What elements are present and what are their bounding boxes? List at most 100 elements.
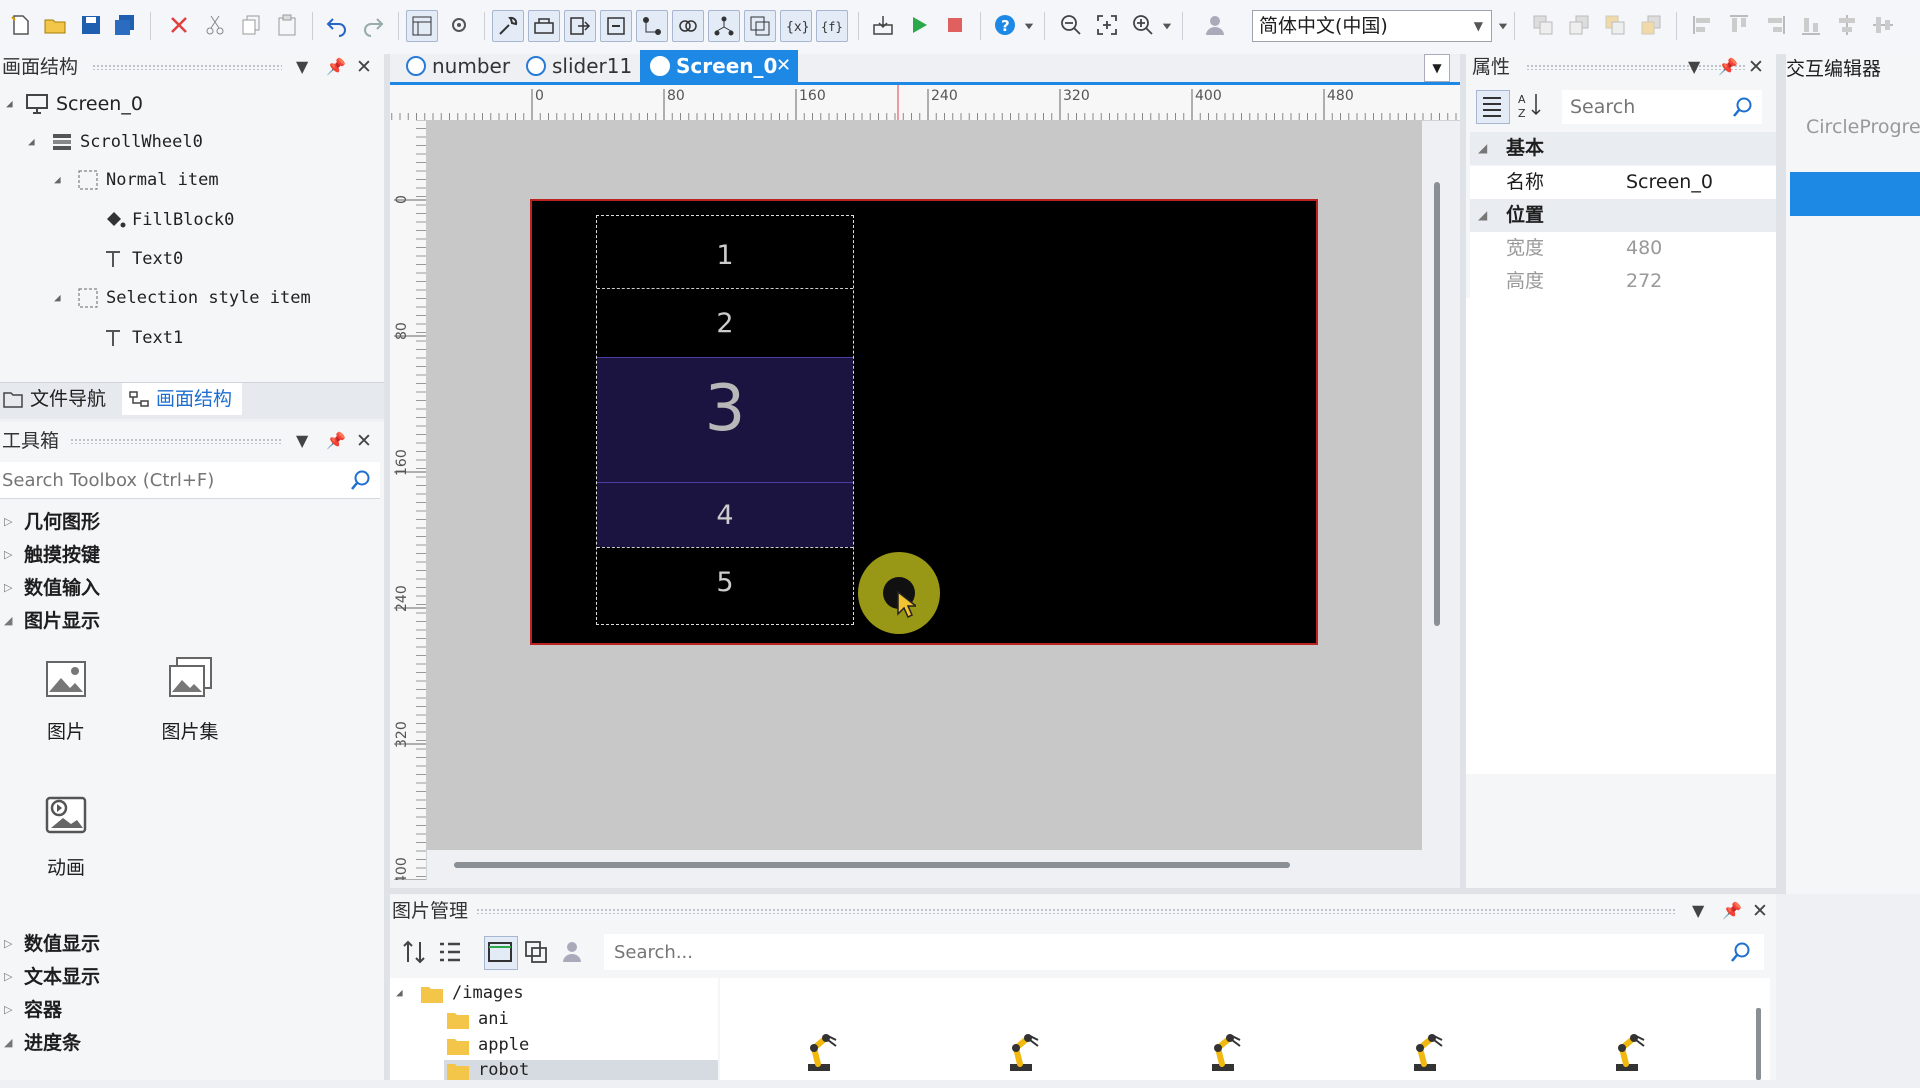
- robot-image-thumbnail[interactable]: [1608, 1030, 1650, 1072]
- user-icon[interactable]: [1200, 10, 1230, 40]
- cut-icon[interactable]: [200, 10, 230, 40]
- pin-icon[interactable]: 📌: [1718, 54, 1738, 80]
- language-select[interactable]: 简体中文(中国) ▼: [1252, 10, 1492, 42]
- align-bottom-icon[interactable]: [1796, 10, 1826, 40]
- help-icon[interactable]: ?: [990, 10, 1020, 40]
- bring-front-icon[interactable]: [1528, 10, 1558, 40]
- add-image-icon[interactable]: [484, 936, 518, 970]
- pin-icon[interactable]: 📌: [1722, 898, 1742, 924]
- zoom-fit-icon[interactable]: [1092, 10, 1122, 40]
- collapse-icon[interactable]: ◢: [28, 124, 35, 160]
- open-folder-icon[interactable]: [40, 10, 70, 40]
- category-numeric-display[interactable]: ▷ 数值显示: [0, 928, 380, 960]
- category-progress-bar[interactable]: ◢ 进度条: [0, 1027, 380, 1059]
- property-group-basic[interactable]: ◢ 基本: [1470, 132, 1776, 165]
- toolbar-overflow-icon[interactable]: [1496, 10, 1510, 40]
- close-icon[interactable]: ✕: [356, 54, 372, 80]
- tab-list-dropdown-icon[interactable]: ▼: [1424, 54, 1450, 82]
- layers-icon[interactable]: [744, 10, 776, 42]
- function-icon[interactable]: {f}: [816, 10, 848, 42]
- panel-dropdown-icon[interactable]: ▼: [296, 54, 308, 80]
- image-search-input[interactable]: [612, 934, 1716, 970]
- align-right-icon[interactable]: [1760, 10, 1790, 40]
- property-name[interactable]: 名称 Screen_0: [1470, 166, 1776, 199]
- collapse-icon[interactable]: ◢: [396, 975, 403, 1011]
- toolbox-search-input[interactable]: [0, 462, 344, 498]
- tab-screen-structure[interactable]: 画面结构: [122, 383, 242, 415]
- save-all-icon[interactable]: [110, 10, 140, 40]
- close-tab-icon[interactable]: ✕: [776, 50, 791, 82]
- paste-icon[interactable]: [272, 10, 302, 40]
- event-icon[interactable]: [600, 10, 632, 42]
- property-height[interactable]: 高度 272: [1470, 265, 1776, 298]
- copy-icon[interactable]: [236, 10, 266, 40]
- search-icon[interactable]: [1730, 941, 1752, 963]
- property-width[interactable]: 宽度 480: [1470, 232, 1776, 265]
- search-icon[interactable]: [1732, 96, 1754, 118]
- robot-image-thumbnail[interactable]: [1002, 1030, 1044, 1072]
- send-back-icon[interactable]: [1564, 10, 1594, 40]
- wheel-item[interactable]: 5: [596, 567, 854, 598]
- category-image-display[interactable]: ◢ 图片显示: [0, 605, 380, 637]
- horizontal-scrollbar[interactable]: [454, 862, 1290, 868]
- robot-image-thumbnail[interactable]: [1406, 1030, 1448, 1072]
- flow-icon[interactable]: [636, 10, 668, 42]
- tool-animation[interactable]: 动画: [16, 792, 116, 880]
- close-icon[interactable]: ✕: [1748, 54, 1764, 80]
- sort-icon[interactable]: [400, 938, 428, 966]
- sort-az-icon[interactable]: AZ: [1514, 90, 1546, 122]
- collapse-icon[interactable]: ◢: [1478, 199, 1487, 232]
- variable-icon[interactable]: {x}: [780, 10, 812, 42]
- zoom-dropdown-icon[interactable]: [1160, 10, 1174, 40]
- property-value[interactable]: Screen_0: [1626, 166, 1713, 199]
- pin-icon[interactable]: 📌: [326, 428, 346, 454]
- run-icon[interactable]: [904, 10, 934, 40]
- align-top-icon[interactable]: [1724, 10, 1754, 40]
- tree-icon[interactable]: [708, 10, 740, 42]
- align-left-icon[interactable]: [1688, 10, 1718, 40]
- tool-image[interactable]: 图片: [16, 656, 116, 744]
- category-touch-buttons[interactable]: ▷ 触摸按键: [0, 539, 380, 571]
- align-middle-icon[interactable]: [1868, 10, 1898, 40]
- new-icon[interactable]: [6, 10, 36, 40]
- user-image-icon[interactable]: [560, 938, 588, 966]
- robot-image-thumbnail[interactable]: [800, 1030, 842, 1072]
- categorized-view-icon[interactable]: [1476, 90, 1510, 124]
- close-icon[interactable]: ✕: [356, 428, 372, 454]
- panel-dropdown-icon[interactable]: ▼: [1688, 54, 1700, 80]
- backward-icon[interactable]: [1636, 10, 1666, 40]
- properties-search[interactable]: [1562, 90, 1762, 124]
- download-icon[interactable]: [868, 10, 898, 40]
- category-container[interactable]: ▷ 容器: [0, 994, 380, 1026]
- panel-dropdown-icon[interactable]: ▼: [296, 428, 308, 454]
- property-group-position[interactable]: ◢ 位置: [1470, 199, 1776, 232]
- build-icon[interactable]: [528, 10, 560, 42]
- vertical-scrollbar[interactable]: [1434, 182, 1440, 626]
- collapse-icon[interactable]: ◢: [6, 86, 13, 122]
- align-center-icon[interactable]: [1832, 10, 1862, 40]
- zoom-out-icon[interactable]: [1056, 10, 1086, 40]
- wheel-item[interactable]: 2: [596, 308, 854, 339]
- settings-gear-icon[interactable]: [444, 10, 474, 40]
- robot-image-thumbnail[interactable]: [1204, 1030, 1246, 1072]
- save-icon[interactable]: [76, 10, 106, 40]
- help-dropdown-icon[interactable]: [1022, 10, 1036, 40]
- tab-slider11[interactable]: slider11: [516, 50, 638, 82]
- collapse-icon[interactable]: ◢: [54, 280, 61, 316]
- panel-dropdown-icon[interactable]: ▼: [1692, 898, 1704, 924]
- tab-number[interactable]: number: [396, 50, 512, 82]
- category-text-display[interactable]: ▷ 文本显示: [0, 961, 380, 993]
- undo-icon[interactable]: [322, 10, 352, 40]
- far-right-splitter[interactable]: [1776, 54, 1786, 894]
- wheel-item-selected[interactable]: 3: [596, 372, 854, 446]
- tool-image-set[interactable]: 图片集: [140, 656, 240, 744]
- import-icon[interactable]: [522, 938, 550, 966]
- stop-icon[interactable]: [940, 10, 970, 40]
- list-view-icon[interactable]: [436, 938, 464, 966]
- tab-file-navigation[interactable]: 文件导航: [0, 383, 120, 415]
- layout-icon[interactable]: [406, 10, 438, 42]
- delete-icon[interactable]: [164, 10, 194, 40]
- category-geometry[interactable]: ▷ 几何图形: [0, 506, 380, 538]
- interaction-item-bar[interactable]: [1790, 172, 1920, 216]
- close-icon[interactable]: ✕: [1752, 898, 1768, 924]
